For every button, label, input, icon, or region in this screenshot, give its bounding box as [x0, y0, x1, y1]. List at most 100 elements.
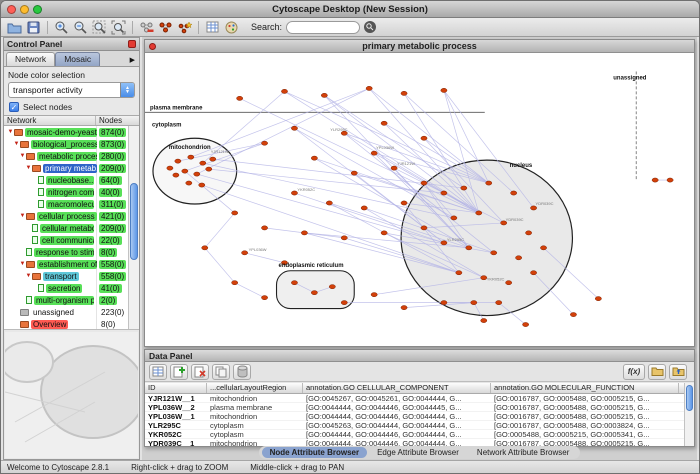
select-nodes-checkbox[interactable]: ✓ — [9, 102, 19, 112]
zoom-selected-button[interactable] — [90, 19, 109, 36]
network-node[interactable] — [441, 88, 447, 92]
network-edge[interactable] — [294, 128, 453, 218]
select-nodes-option[interactable]: ✓ Select nodes — [9, 102, 134, 112]
network-node[interactable] — [401, 91, 407, 95]
tree-row[interactable]: Overview8(0) — [4, 318, 128, 330]
network-edge[interactable] — [205, 248, 235, 283]
tree-row[interactable]: ▼mosaic-demo-yeast874(0) — [4, 126, 128, 138]
column-header[interactable]: annotation.GO CELLULAR_COMPONENT — [303, 383, 491, 393]
network-node[interactable] — [523, 322, 529, 326]
tree-row[interactable]: nucleobase...64(0) — [4, 174, 128, 186]
first-neighbors-button[interactable] — [156, 19, 175, 36]
network-node[interactable] — [421, 181, 427, 185]
network-node[interactable] — [311, 156, 317, 160]
network-node[interactable] — [667, 178, 673, 182]
network-node[interactable] — [381, 231, 387, 235]
network-node[interactable] — [188, 155, 194, 159]
network-edge[interactable] — [324, 95, 478, 213]
disclosure-triangle-icon[interactable]: ▼ — [19, 261, 26, 267]
tree-row[interactable]: unassigned223(0) — [4, 306, 128, 318]
network-node[interactable] — [421, 226, 427, 230]
network-node[interactable] — [175, 159, 181, 163]
zoom-out-button[interactable] — [71, 19, 90, 36]
network-node[interactable] — [261, 296, 267, 300]
disclosure-triangle-icon[interactable]: ▼ — [25, 273, 32, 279]
tab-scroll-right-icon[interactable]: ▶ — [128, 56, 137, 66]
zoom-fit-button[interactable] — [109, 19, 128, 36]
copy-attribute-button[interactable] — [212, 364, 230, 380]
import-table-button[interactable] — [203, 19, 222, 36]
delete-attribute-button[interactable] — [191, 364, 209, 380]
column-header[interactable]: ...cellularLayoutRegion — [207, 383, 303, 393]
network-node[interactable] — [351, 171, 357, 175]
network-node[interactable] — [530, 271, 536, 275]
load-network-button[interactable] — [5, 19, 24, 36]
tree-header-nodes[interactable]: Nodes — [96, 116, 139, 125]
tree-row[interactable]: nitrogen compo...40(0) — [4, 186, 128, 198]
tree-row[interactable]: ▼transport558(0) — [4, 270, 128, 282]
network-node[interactable] — [476, 211, 482, 215]
tree-scrollbar[interactable] — [128, 126, 139, 329]
tree-row[interactable]: cell communicat...22(0) — [4, 234, 128, 246]
network-node[interactable] — [261, 141, 267, 145]
tree-row[interactable]: multi-organism pro...2(0) — [4, 294, 128, 306]
tree-row[interactable]: ▼biological_process873(0) — [4, 138, 128, 150]
select-attributes-button[interactable] — [149, 364, 167, 380]
network-edge[interactable] — [191, 88, 369, 157]
tree-scrollbar-thumb[interactable] — [130, 183, 138, 260]
clear-attribute-button[interactable] — [233, 364, 251, 380]
network-node[interactable] — [401, 201, 407, 205]
create-attribute-button[interactable] — [170, 364, 188, 380]
network-node[interactable] — [471, 301, 477, 305]
network-node[interactable] — [199, 183, 205, 187]
network-node[interactable] — [186, 181, 192, 185]
network-node[interactable] — [491, 251, 497, 255]
search-input[interactable] — [286, 21, 360, 34]
disclosure-triangle-icon[interactable]: ▼ — [7, 129, 14, 135]
network-node[interactable] — [202, 246, 208, 250]
network-node[interactable] — [570, 312, 576, 316]
zoom-in-button[interactable] — [52, 19, 71, 36]
network-node[interactable] — [652, 178, 658, 182]
tab-mosaic[interactable]: Mosaic — [55, 52, 100, 66]
panel-close-icon[interactable] — [128, 40, 136, 48]
network-node[interactable] — [329, 285, 335, 289]
tree-row[interactable]: secretion41(0) — [4, 282, 128, 294]
vizmapper-button[interactable] — [222, 19, 241, 36]
tree-row[interactable]: ▼establishment of lo...558(0) — [4, 258, 128, 270]
data-panel-titlebar[interactable]: Data Panel — [145, 350, 694, 362]
network-node[interactable] — [391, 166, 397, 170]
network-node[interactable] — [341, 236, 347, 240]
network-node[interactable] — [516, 256, 522, 260]
table-scrollbar-thumb[interactable] — [686, 385, 693, 411]
tree-row[interactable]: cellular metabol...209(0) — [4, 222, 128, 234]
tab-node-attribute-browser[interactable]: Node Attribute Browser — [262, 447, 368, 458]
network-node[interactable] — [326, 201, 332, 205]
tree-row[interactable]: ▼metabolic process280(0) — [4, 150, 128, 162]
network-node[interactable] — [206, 167, 212, 171]
network-node[interactable] — [530, 206, 536, 210]
network-node[interactable] — [506, 281, 512, 285]
import-attributes-button[interactable] — [648, 364, 666, 380]
network-node[interactable] — [421, 136, 427, 140]
new-network-from-selection-button[interactable] — [175, 19, 194, 36]
network-window-titlebar[interactable]: primary metabolic process — [145, 40, 694, 53]
network-node[interactable] — [261, 226, 267, 230]
network-node[interactable] — [496, 301, 502, 305]
network-node[interactable] — [451, 216, 457, 220]
table-scrollbar[interactable] — [684, 383, 694, 446]
network-node[interactable] — [291, 281, 297, 285]
network-node[interactable] — [371, 151, 377, 155]
network-node[interactable] — [301, 231, 307, 235]
network-node[interactable] — [371, 293, 377, 297]
network-edge[interactable] — [284, 91, 488, 183]
network-node[interactable] — [182, 169, 188, 173]
network-node[interactable] — [361, 206, 367, 210]
save-session-button[interactable] — [24, 19, 43, 36]
column-header[interactable]: ID — [145, 383, 207, 393]
disclosure-triangle-icon[interactable]: ▼ — [19, 153, 26, 159]
network-node[interactable] — [167, 166, 173, 170]
network-node[interactable] — [481, 318, 487, 322]
network-canvas[interactable]: YJR121WYPL036WYLR295CYKR052CYDR039CYPL03… — [145, 53, 694, 346]
network-node[interactable] — [461, 186, 467, 190]
